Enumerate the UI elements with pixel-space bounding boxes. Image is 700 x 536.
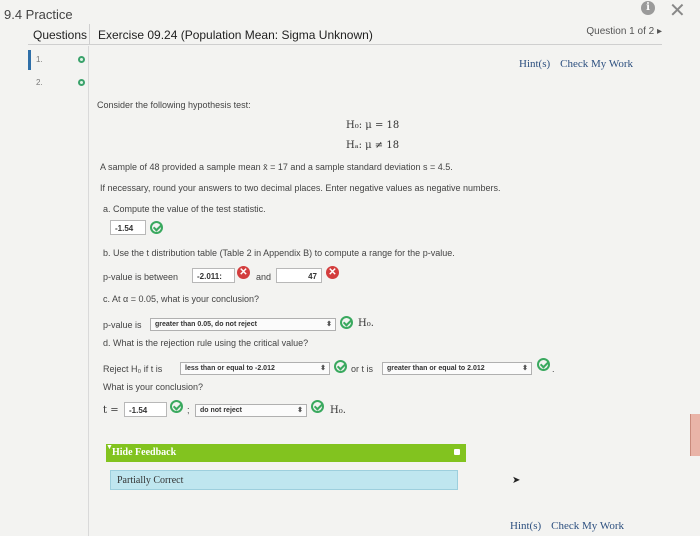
part-d-label: d. What is the rejection rule using the … — [103, 338, 309, 348]
mouse-cursor-icon: ➤ — [512, 475, 521, 486]
t-value-input[interactable]: -1.54 — [124, 402, 167, 417]
semicolon: ; — [187, 405, 190, 415]
incorrect-x-icon: ✕ — [326, 266, 339, 279]
question-number: 2. — [36, 78, 43, 87]
null-hypothesis: H₀: μ = 18 — [346, 120, 400, 131]
close-icon[interactable]: ✕ — [669, 0, 686, 23]
bottom-help-links: Hint(s) Check My Work — [510, 520, 634, 532]
answered-status-icon — [78, 56, 85, 63]
question-number: 1. — [36, 55, 43, 64]
feedback-toggle-bar[interactable]: ▼ Hide Feedback — [106, 444, 466, 462]
info-icon[interactable]: i — [641, 1, 655, 15]
correct-check-icon — [334, 360, 347, 373]
active-indicator — [28, 50, 31, 70]
t-equals-label: t = — [103, 405, 119, 416]
question-list-item-2[interactable]: 2. — [28, 73, 86, 93]
exercise-title: Exercise 09.24 (Population Mean: Sigma U… — [98, 28, 373, 42]
dropdown-arrow-icon: ⬍ — [522, 365, 528, 372]
part-a-label: a. Compute the value of the test statist… — [103, 204, 266, 214]
hints-link[interactable]: Hint(s) — [519, 58, 550, 70]
header-divider — [89, 24, 90, 44]
problem-given: A sample of 48 provided a sample mean x̄… — [100, 162, 453, 172]
pvalue-is-label: p-value is — [103, 320, 142, 330]
correct-check-icon — [311, 400, 324, 413]
reject-if-label: Reject H₀ if t is — [103, 364, 163, 374]
sentence-period: . — [552, 364, 555, 374]
rejection-upper-select-value: greater than or equal to 2.012 — [387, 365, 485, 372]
dropdown-arrow-icon: ⬍ — [326, 321, 332, 328]
edge-tab[interactable] — [690, 414, 700, 456]
rejection-lower-select[interactable]: less than or equal to -2.012 ⬍ — [180, 362, 330, 375]
part-b-label: b. Use the t distribution table (Table 2… — [103, 248, 455, 258]
questions-tab[interactable]: Questions — [33, 28, 87, 42]
pvalue-upper-input[interactable]: 47 — [276, 268, 322, 283]
question-counter[interactable]: Question 1 of 2 ▸ — [586, 26, 662, 37]
problem-intro: Consider the following hypothesis test: — [97, 100, 251, 110]
answered-status-icon — [78, 79, 85, 86]
correct-check-icon — [537, 358, 550, 371]
and-label: and — [256, 272, 272, 282]
correct-check-icon — [340, 316, 353, 329]
alternative-hypothesis: Hₐ: μ ≠ 18 — [346, 140, 400, 151]
top-bar: 9.4 Practice i ✕ — [0, 0, 700, 26]
feedback-toggle-icon — [454, 449, 460, 455]
final-conclusion-select[interactable]: do not reject ⬍ — [195, 404, 307, 417]
app-title: 9.4 Practice — [4, 7, 73, 22]
top-help-links: Hint(s) Check My Work — [519, 58, 643, 70]
rejection-lower-select-value: less than or equal to -2.012 — [185, 365, 275, 372]
check-my-work-link[interactable]: Check My Work — [560, 58, 633, 70]
problem-instructions: If necessary, round your answers to two … — [100, 183, 501, 193]
question-list: 1. 2. — [28, 46, 86, 536]
feedback-result-text: Partially Correct — [117, 475, 184, 486]
conclusion-question: What is your conclusion? — [103, 382, 204, 392]
question-list-item-1[interactable]: 1. — [28, 50, 86, 70]
hints-link[interactable]: Hint(s) — [510, 520, 541, 532]
pvalue-conclusion-select[interactable]: greater than 0.05, do not reject ⬍ — [150, 318, 336, 331]
pvalue-lower-input[interactable]: -2.011: — [192, 268, 235, 283]
dropdown-arrow-icon: ⬍ — [320, 365, 326, 372]
check-my-work-link[interactable]: Check My Work — [551, 520, 624, 532]
h0-label: H₀. — [358, 318, 374, 329]
correct-check-icon — [150, 221, 163, 234]
final-conclusion-select-value: do not reject — [200, 407, 243, 414]
rejection-upper-select[interactable]: greater than or equal to 2.012 ⬍ — [382, 362, 532, 375]
test-statistic-input[interactable]: -1.54 — [110, 220, 146, 235]
hide-feedback-label: Hide Feedback — [112, 447, 177, 458]
part-c-label: c. At α = 0.05, what is your conclusion? — [103, 294, 260, 304]
pvalue-between-label: p-value is between — [103, 272, 179, 282]
incorrect-x-icon: ✕ — [237, 266, 250, 279]
or-t-is-label: or t is — [351, 364, 374, 374]
correct-check-icon — [170, 400, 183, 413]
feedback-result-box: Partially Correct — [110, 470, 458, 490]
question-header: Questions Exercise 09.24 (Population Mea… — [28, 24, 662, 45]
pvalue-conclusion-select-value: greater than 0.05, do not reject — [155, 321, 257, 328]
h0-label: H₀. — [330, 405, 346, 416]
dropdown-arrow-icon: ⬍ — [297, 407, 303, 414]
